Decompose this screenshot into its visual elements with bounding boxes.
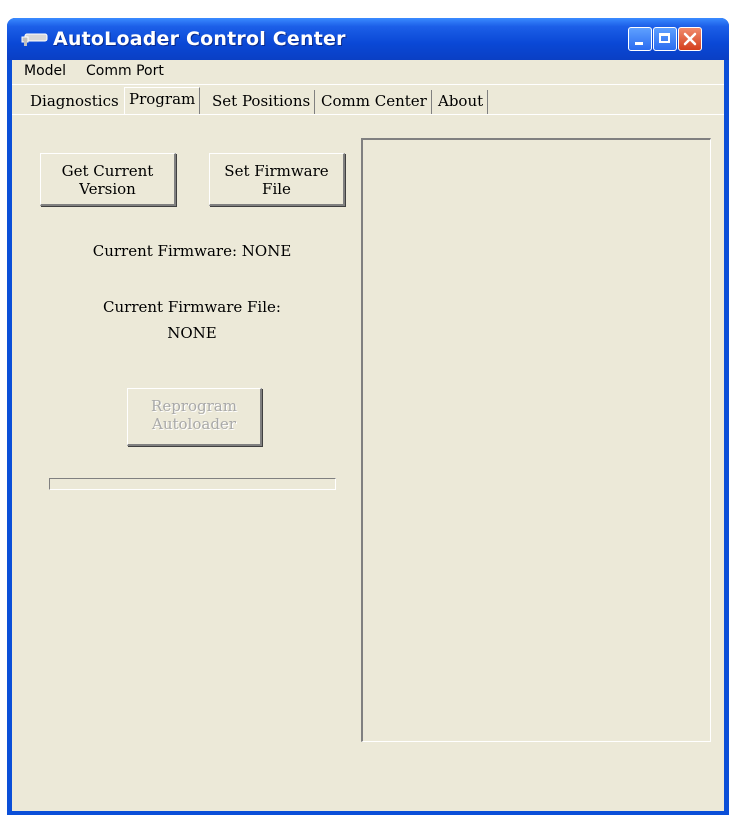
get-current-version-label-line2: Version — [79, 180, 136, 198]
tab-panel-border — [12, 114, 724, 115]
app-window: AutoLoader Control Center Model Comm Por… — [7, 18, 729, 815]
get-current-version-label-line1: Get Current — [61, 162, 154, 180]
reprogram-autoloader-button: Reprogram Autoloader — [127, 388, 262, 446]
set-firmware-file-label-line2: File — [262, 180, 291, 198]
tab-comm-center[interactable]: Comm Center — [317, 90, 432, 114]
app-icon — [21, 31, 49, 47]
client-area: Model Comm Port Diagnostics Program Set … — [12, 60, 724, 811]
window-title: AutoLoader Control Center — [53, 28, 346, 50]
tab-about[interactable]: About — [434, 90, 489, 114]
get-current-version-button[interactable]: Get Current Version — [40, 153, 176, 206]
current-firmware-file-value: NONE — [167, 324, 217, 342]
reprogram-label-line2: Autoloader — [152, 415, 236, 433]
menu-model[interactable]: Model — [24, 63, 66, 79]
set-firmware-file-label-line1: Set Firmware — [224, 162, 329, 180]
tab-set-positions[interactable]: Set Positions — [208, 90, 316, 114]
tab-program[interactable]: Program — [124, 87, 201, 114]
current-firmware-label: Current Firmware: NONE — [92, 242, 292, 260]
close-icon[interactable] — [678, 27, 702, 51]
reprogram-progress-bar — [49, 478, 336, 490]
reprogram-label-line1: Reprogram — [151, 397, 237, 415]
output-log-box[interactable] — [361, 138, 711, 742]
menu-bar: Model Comm Port — [12, 60, 724, 85]
menu-comm-port[interactable]: Comm Port — [86, 63, 164, 79]
tab-diagnostics[interactable]: Diagnostics — [26, 90, 123, 114]
current-firmware-file-label: Current Firmware File: — [103, 298, 281, 316]
minimize-icon[interactable] — [628, 27, 652, 51]
tab-strip: Diagnostics Program Set Positions Comm C… — [12, 86, 724, 114]
title-bar[interactable]: AutoLoader Control Center — [7, 18, 729, 60]
maximize-icon[interactable] — [653, 27, 677, 51]
set-firmware-file-button[interactable]: Set Firmware File — [209, 153, 345, 206]
